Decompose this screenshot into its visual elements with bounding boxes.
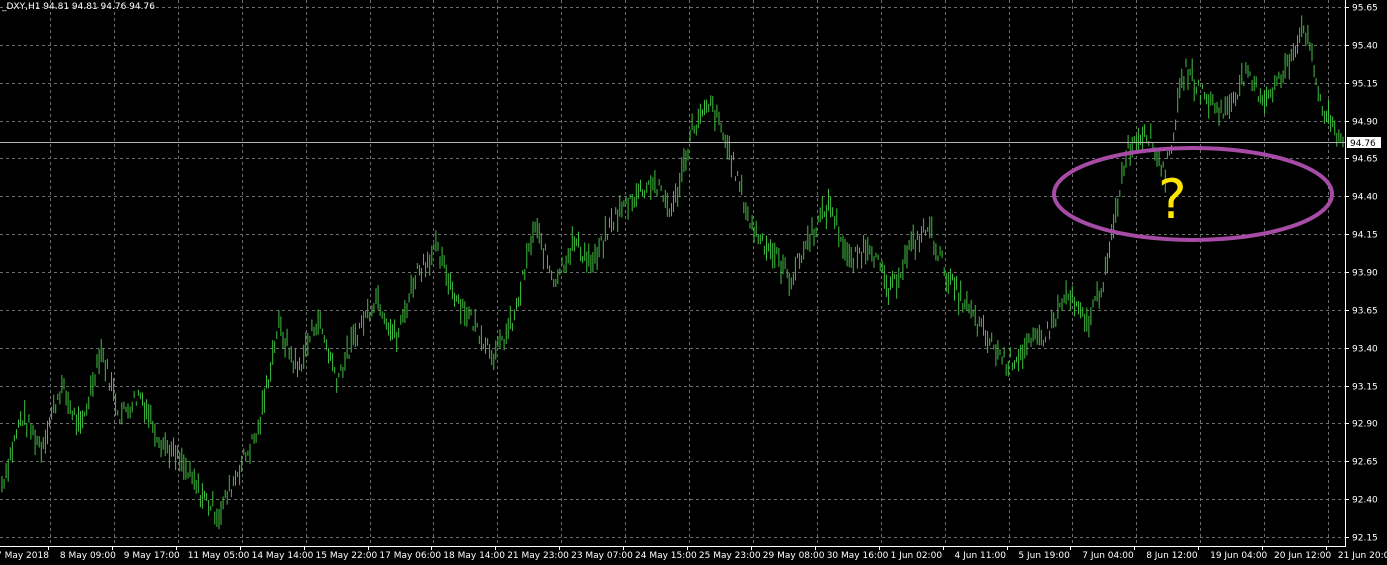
x-tick-label: 30 May 16:00 xyxy=(827,551,889,561)
x-tick-label: 25 May 23:00 xyxy=(699,551,761,561)
y-tick-label: 93.90 xyxy=(1352,269,1378,279)
x-tick-label: 23 May 07:00 xyxy=(571,551,633,561)
y-tick-label: 93.65 xyxy=(1352,307,1378,317)
chart-header: _DXY,H1 94.81 94.81 94.76 94.76 xyxy=(1,2,155,12)
y-tick-label: 92.90 xyxy=(1352,420,1378,430)
x-tick-label: 18 May 14:00 xyxy=(443,551,505,561)
y-tick-label: 94.90 xyxy=(1352,118,1378,128)
y-tick-label: 93.40 xyxy=(1352,345,1378,355)
x-tick-label: 8 Jun 12:00 xyxy=(1146,551,1198,561)
y-tick-label: 92.65 xyxy=(1352,458,1378,468)
current-price-label: 94.76 xyxy=(1350,139,1376,149)
y-tick-label: 92.40 xyxy=(1352,496,1378,506)
y-tick-label: 95.15 xyxy=(1352,80,1378,90)
y-tick-label: 95.40 xyxy=(1352,42,1378,52)
x-tick-label: 21 May 23:00 xyxy=(507,551,569,561)
x-tick-label: 4 Jun 11:00 xyxy=(955,551,1007,561)
y-tick-label: 93.15 xyxy=(1352,383,1378,393)
y-tick-label: 92.15 xyxy=(1352,534,1378,544)
y-tick-label: 94.15 xyxy=(1352,231,1378,241)
annotation-question-mark: ? xyxy=(1158,168,1187,231)
x-tick-label: 15 May 22:00 xyxy=(316,551,378,561)
x-tick-label: 29 May 08:00 xyxy=(763,551,825,561)
x-tick-label: 20 Jun 12:00 xyxy=(1274,551,1331,561)
x-tick-label: 7 Jun 04:00 xyxy=(1082,551,1134,561)
x-tick-label: 24 May 15:00 xyxy=(635,551,697,561)
x-tick-label: 21 Jun 20:00 xyxy=(1338,551,1387,561)
x-tick-label: 7 May 2018 xyxy=(0,551,49,561)
x-tick-label: 14 May 14:00 xyxy=(252,551,314,561)
y-tick-label: 94.40 xyxy=(1352,193,1378,203)
current-price-box: 94.76 xyxy=(1347,137,1381,149)
x-tick-label: 17 May 06:00 xyxy=(379,551,441,561)
x-tick-label: 11 May 05:00 xyxy=(188,551,250,561)
x-tick-label: 8 May 09:00 xyxy=(60,551,116,561)
x-tick-label: 1 Jun 02:00 xyxy=(891,551,943,561)
x-tick-label: 5 Jun 19:00 xyxy=(1018,551,1070,561)
y-tick-label: 95.65 xyxy=(1352,4,1378,14)
chart-background xyxy=(0,0,1387,565)
x-tick-label: 9 May 17:00 xyxy=(124,551,180,561)
x-tick-label: 19 Jun 04:00 xyxy=(1210,551,1267,561)
price-chart[interactable]: 95.65 95.40 95.15 94.90 94.65 94.40 94.15 93.90… xyxy=(0,0,1387,565)
y-tick-label: 94.65 xyxy=(1352,155,1378,165)
